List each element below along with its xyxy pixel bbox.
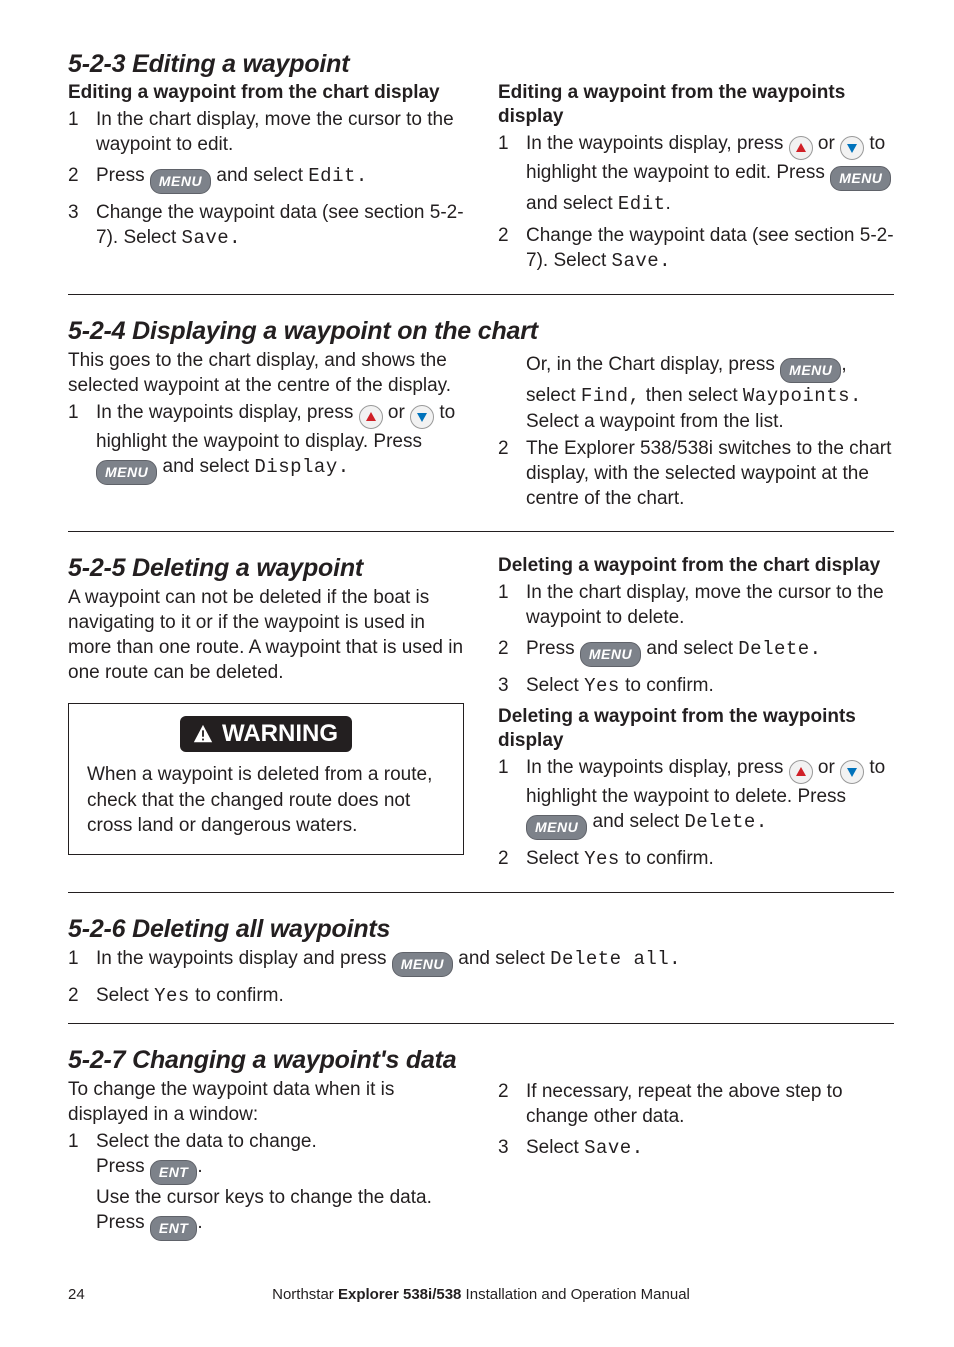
menu-button-icon: MENU xyxy=(392,952,453,977)
step-number: 2 xyxy=(68,163,96,194)
section-5-2-6: 5-2-6 Deleting all waypoints 1 In the wa… xyxy=(68,915,894,1009)
step-text: If necessary, repeat the above step to c… xyxy=(526,1079,894,1129)
step-number: 1 xyxy=(68,1129,96,1241)
menu-button-icon: MENU xyxy=(150,169,211,194)
subheading-waypoints-display-edit: Editing a waypoint from the waypoints di… xyxy=(498,81,894,129)
step-text: In the chart display, move the cursor to… xyxy=(526,580,894,630)
menu-button-icon: MENU xyxy=(526,815,587,840)
step-text: The Explorer 538/538i switches to the ch… xyxy=(526,436,894,511)
menu-button-icon: MENU xyxy=(580,642,641,667)
subheading-chart-display-edit: Editing a waypoint from the chart displa… xyxy=(68,81,464,105)
step-text: Select Save. xyxy=(526,1135,894,1161)
step-text: In the chart display, move the cursor to… xyxy=(96,107,464,157)
step-number: 1 xyxy=(498,755,526,840)
warning-triangle-icon xyxy=(192,723,214,745)
section-title-5-2-7: 5-2-7 Changing a waypoint's data xyxy=(68,1046,894,1075)
section-title-5-2-3: 5-2-3 Editing a waypoint xyxy=(68,50,894,79)
step-text: Change the waypoint data (see section 5-… xyxy=(96,200,464,251)
step-number: 2 xyxy=(498,436,526,511)
step-number: 2 xyxy=(498,1079,526,1129)
step-number: 2 xyxy=(498,223,526,274)
menu-button-icon: MENU xyxy=(830,166,891,191)
section-title-5-2-4: 5-2-4 Displaying a waypoint on the chart xyxy=(68,317,894,346)
step-number: 3 xyxy=(68,200,96,251)
subheading-delete-waypoints: Deleting a waypoint from the waypoints d… xyxy=(498,705,894,753)
down-arrow-icon xyxy=(410,405,434,429)
section-divider xyxy=(68,531,894,532)
section-5-2-5: 5-2-5 Deleting a waypoint A waypoint can… xyxy=(68,554,894,878)
section-title-5-2-5: 5-2-5 Deleting a waypoint xyxy=(68,554,464,583)
step-number: 2 xyxy=(498,846,526,872)
step-text: Select the data to change. Press ENT. Us… xyxy=(96,1129,464,1241)
menu-button-icon: MENU xyxy=(780,358,841,383)
step-number: 3 xyxy=(498,673,526,699)
section-5-2-4: 5-2-4 Displaying a waypoint on the chart… xyxy=(68,317,894,517)
warning-box: WARNING When a waypoint is deleted from … xyxy=(68,703,464,854)
intro-text: A waypoint can not be deleted if the boa… xyxy=(68,585,464,685)
step-number: 1 xyxy=(68,400,96,485)
step-number: 3 xyxy=(498,1135,526,1161)
section-title-5-2-6: 5-2-6 Deleting all waypoints xyxy=(68,915,894,944)
section-divider xyxy=(68,294,894,295)
step-number: 2 xyxy=(498,636,526,667)
step-text: In the waypoints display, press or to hi… xyxy=(526,131,894,217)
step-text: Select Yes to confirm. xyxy=(96,983,894,1009)
subheading-delete-chart: Deleting a waypoint from the chart displ… xyxy=(498,554,894,578)
step-text: In the waypoints display and press MENU … xyxy=(96,946,894,977)
down-arrow-icon xyxy=(840,760,864,784)
step-text: Select Yes to confirm. xyxy=(526,673,894,699)
ent-button-icon: ENT xyxy=(150,1160,198,1185)
step-text: In the waypoints display, press or to hi… xyxy=(96,400,464,485)
section-5-2-3: 5-2-3 Editing a waypoint Editing a waypo… xyxy=(68,50,894,280)
step-number: 1 xyxy=(498,131,526,217)
up-arrow-icon xyxy=(789,760,813,784)
step-number: 1 xyxy=(68,946,96,977)
page-footer: 24 Northstar Explorer 538i/538 Installat… xyxy=(68,1286,894,1303)
down-arrow-icon xyxy=(840,136,864,160)
step-number: 2 xyxy=(68,983,96,1009)
up-arrow-icon xyxy=(789,136,813,160)
step-text: In the waypoints display, press or to hi… xyxy=(526,755,894,840)
step-text: Press MENU and select Delete. xyxy=(526,636,894,667)
section-divider xyxy=(68,892,894,893)
manual-page: 5-2-3 Editing a waypoint Editing a waypo… xyxy=(0,0,954,1347)
step-text: Select Yes to confirm. xyxy=(526,846,894,872)
section-5-2-7: 5-2-7 Changing a waypoint's data To chan… xyxy=(68,1046,894,1247)
step-number: 1 xyxy=(498,580,526,630)
warning-body: When a waypoint is deleted from a route,… xyxy=(87,762,445,837)
step-number: 1 xyxy=(68,107,96,157)
warning-pill: WARNING xyxy=(180,716,352,752)
step-text: Change the waypoint data (see section 5-… xyxy=(526,223,894,274)
section-divider xyxy=(68,1023,894,1024)
step-text: Press MENU and select Edit. xyxy=(96,163,464,194)
menu-button-icon: MENU xyxy=(96,460,157,485)
up-arrow-icon xyxy=(359,405,383,429)
alt-text: Or, in the Chart display, press MENU, se… xyxy=(526,352,894,434)
intro-text: To change the waypoint data when it is d… xyxy=(68,1077,464,1127)
footer-text: Northstar Explorer 538i/538 Installation… xyxy=(68,1286,894,1303)
intro-text: This goes to the chart display, and show… xyxy=(68,348,464,398)
ent-button-icon: ENT xyxy=(150,1216,198,1241)
